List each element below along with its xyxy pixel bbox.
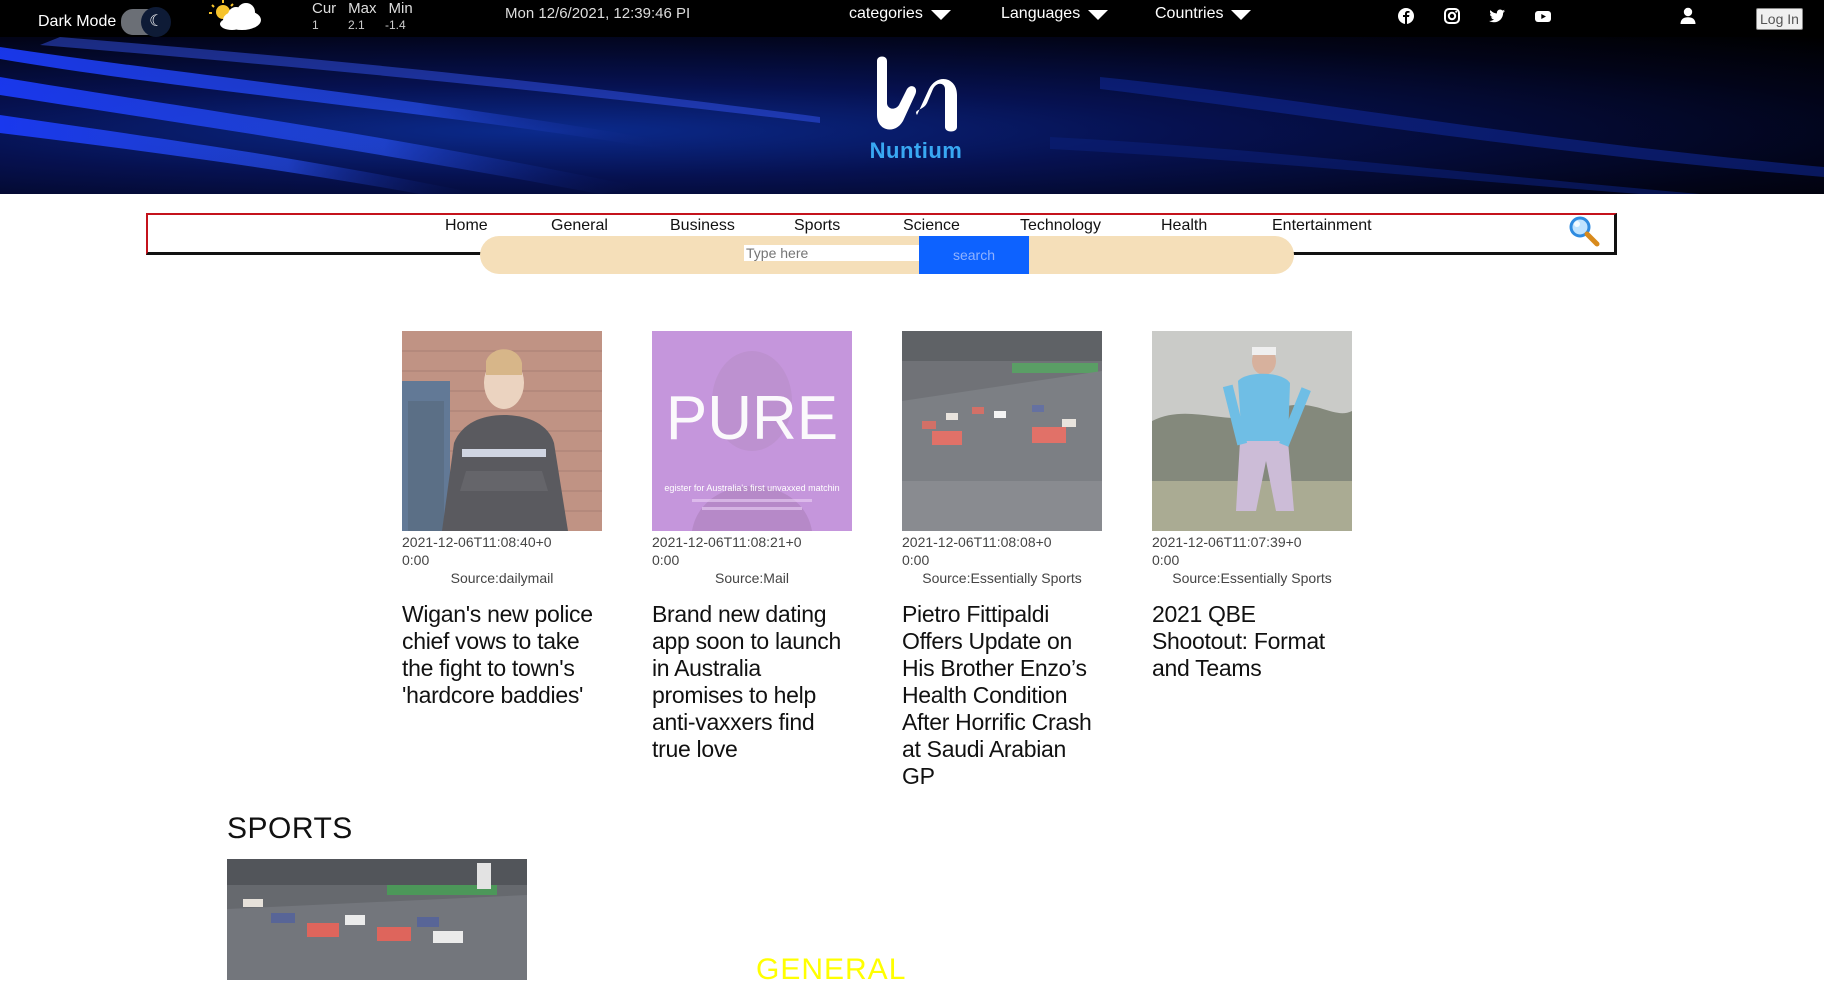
youtube-icon[interactable] [1534, 7, 1552, 25]
article-image-text: PURE [666, 384, 838, 453]
nav-item-entertainment[interactable]: Entertainment [1272, 217, 1372, 235]
twitter-icon[interactable] [1488, 7, 1506, 25]
sports-article-thumbnail[interactable] [227, 859, 527, 980]
nav-item-home[interactable]: Home [445, 217, 488, 235]
article-headline[interactable]: 2021 QBE Shootout: Format and Teams [1152, 601, 1352, 682]
nav-item-science[interactable]: Science [903, 217, 960, 235]
header-banner: Nuntium [0, 37, 1824, 194]
nav-item-general[interactable]: General [551, 217, 608, 235]
nav-item-technology[interactable]: Technology [1020, 217, 1101, 235]
nuntium-logo-icon [877, 56, 957, 132]
search-icon[interactable] [1568, 215, 1600, 247]
article-card[interactable]: 2021-12-06T11:08:40+00:00 Source:dailyma… [402, 331, 602, 709]
current-datetime: Mon 12/6/2021, 12:39:46 PI [505, 5, 691, 22]
dark-mode-label: Dark Mode [38, 13, 117, 30]
article-source: Source:Essentially Sports [922, 570, 1082, 586]
article-image-subtext: egister for Australia's first unvaxxed m… [664, 483, 839, 493]
article-headline[interactable]: Pietro Fittipaldi Offers Update on His B… [902, 601, 1102, 790]
user-icon[interactable] [1678, 6, 1698, 26]
weather-value-min: -1.4 [385, 18, 406, 32]
article-date: 2021-12-06T11:08:21+00:00 [652, 534, 802, 568]
site-logo-text: Nuntium [869, 138, 963, 163]
dark-mode-toggle-group[interactable]: Dark Mode ☾ [38, 7, 172, 37]
article-date: 2021-12-06T11:08:08+00:00 [902, 534, 1052, 568]
article-card[interactable]: 2021-12-06T11:07:39+00:00 Source:Essenti… [1152, 331, 1352, 682]
languages-dropdown[interactable]: Languages [1001, 5, 1109, 23]
article-source: Source:dailymail [450, 570, 554, 586]
weather-label-current: Cur [312, 0, 337, 17]
countries-dropdown-label: Countries [1155, 5, 1224, 22]
article-headline[interactable]: Wigan's new police chief vows to take th… [402, 601, 602, 709]
search-button[interactable]: search [919, 236, 1029, 274]
article-date: 2021-12-06T11:08:40+00:00 [402, 534, 552, 568]
article-card[interactable]: 2021-12-06T11:08:08+00:00 Source:Essenti… [902, 331, 1102, 790]
chevron-down-icon [1231, 10, 1252, 20]
moon-icon: ☾ [141, 7, 172, 37]
instagram-icon[interactable] [1443, 7, 1461, 25]
partly-cloudy-icon [209, 0, 261, 30]
top-bar: Dark Mode ☾ Cur Max Min 1 2.1 -1.4 Mon 1… [0, 0, 1824, 37]
site-logo[interactable]: Nuntium [866, 53, 966, 177]
login-button[interactable]: Log In [1756, 8, 1803, 30]
weather-value-max: 2.1 [348, 18, 365, 32]
nav-item-sports[interactable]: Sports [794, 217, 840, 235]
article-source: Source:Essentially Sports [1172, 570, 1332, 586]
article-thumbnail[interactable] [402, 331, 602, 531]
countries-dropdown[interactable]: Countries [1155, 5, 1252, 23]
nav-item-health[interactable]: Health [1161, 217, 1207, 235]
weather-label-min: Min [388, 0, 413, 17]
languages-dropdown-label: Languages [1001, 5, 1081, 22]
sports-section-heading: SPORTS [227, 812, 353, 845]
general-section-heading: GENERAL [756, 953, 907, 986]
article-thumbnail[interactable] [1152, 331, 1352, 531]
categories-dropdown-label: categories [849, 5, 923, 22]
facebook-icon[interactable] [1397, 7, 1415, 25]
weather-label-max: Max [348, 0, 377, 17]
chevron-down-icon [1088, 10, 1109, 20]
categories-dropdown[interactable]: categories [849, 5, 951, 23]
search-bar: search [480, 236, 1294, 274]
article-headline[interactable]: Brand new dating app soon to launch in A… [652, 601, 852, 763]
nav-item-business[interactable]: Business [670, 217, 735, 235]
article-thumbnail[interactable] [902, 331, 1102, 531]
dark-mode-switch[interactable]: ☾ [120, 7, 172, 37]
article-source: Source:Mail [715, 570, 789, 586]
search-input[interactable] [744, 245, 924, 261]
chevron-down-icon [930, 10, 951, 20]
article-date: 2021-12-06T11:07:39+00:00 [1152, 534, 1302, 568]
weather-stats: Cur Max Min 1 2.1 -1.4 [312, 0, 413, 32]
weather-value-current: 1 [312, 18, 319, 32]
article-card[interactable]: PURE egister for Australia's first unvax… [652, 331, 852, 763]
article-thumbnail[interactable]: PURE egister for Australia's first unvax… [652, 331, 852, 531]
